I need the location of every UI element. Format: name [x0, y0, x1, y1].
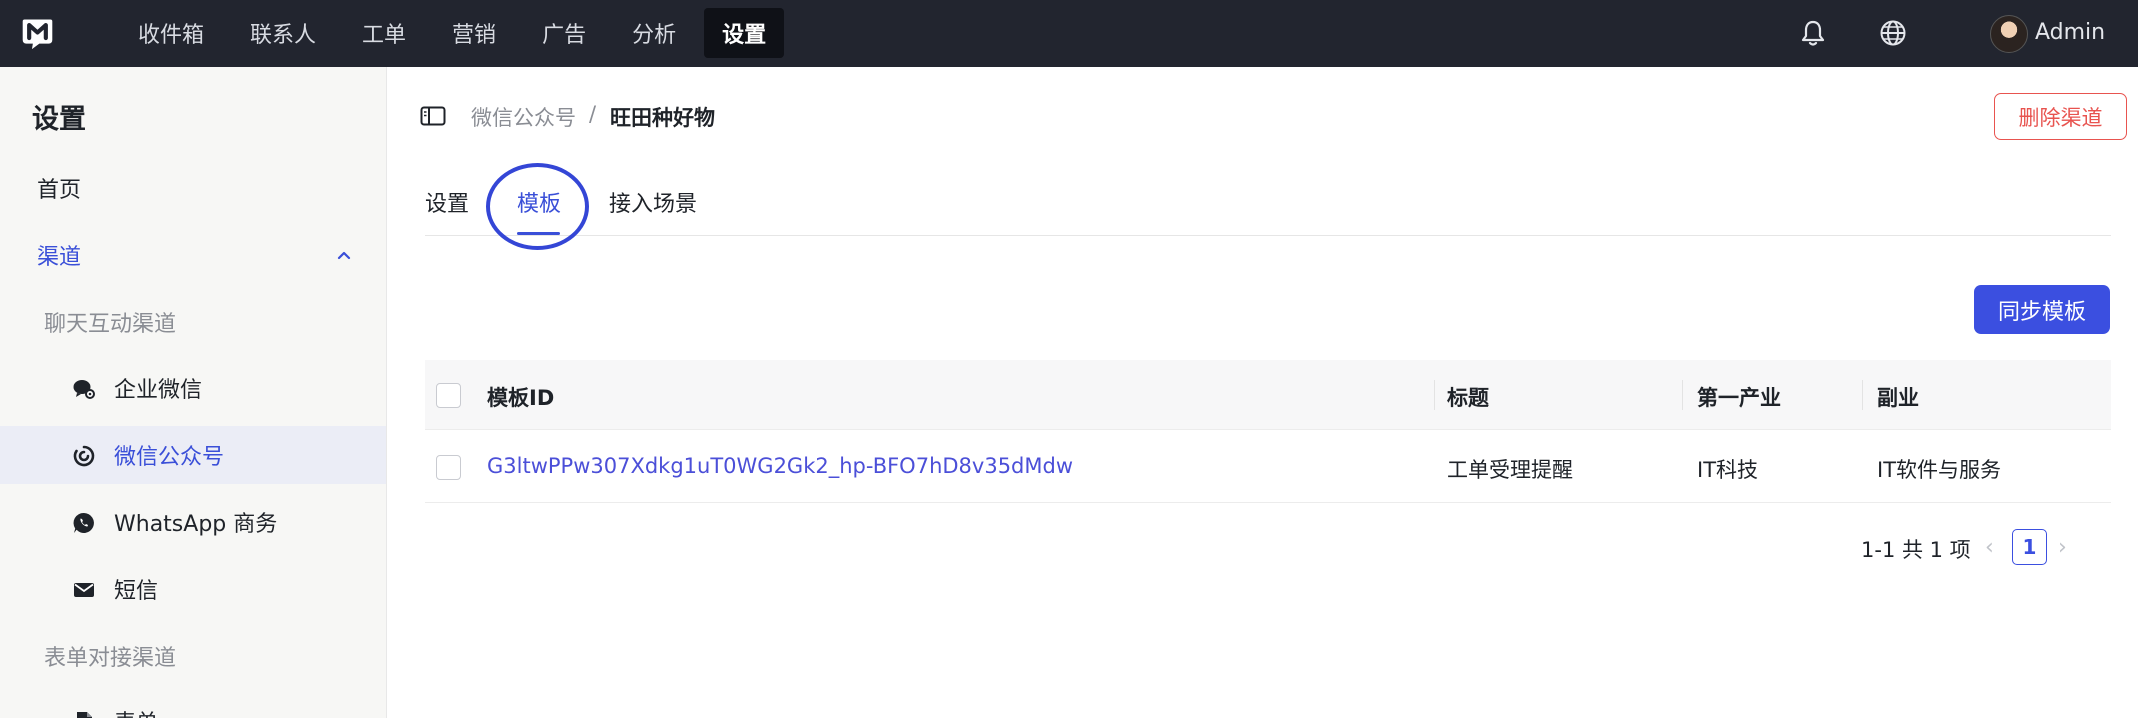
- template-industry-secondary: IT软件与服务: [1877, 458, 2002, 482]
- sidebar-item-channels[interactable]: 渠道: [0, 226, 386, 284]
- template-id-link[interactable]: G3ltwPPw307Xdkg1uT0WG2Gk2_hp-BFO7hD8v35d…: [487, 454, 1073, 478]
- column-divider: [1862, 380, 1863, 410]
- sync-templates-button[interactable]: 同步模板: [1974, 285, 2110, 334]
- breadcrumb-parent[interactable]: 微信公众号: [471, 102, 576, 132]
- whatsapp-icon: [73, 512, 94, 533]
- nav-settings[interactable]: 设置: [704, 8, 785, 58]
- pagination-prev-button[interactable]: ‹: [1985, 535, 1994, 560]
- table-header: 模板ID 标题 第一产业 副业: [425, 360, 2111, 430]
- template-industry-primary: IT科技: [1697, 458, 1759, 482]
- select-all-checkbox[interactable]: [436, 383, 461, 408]
- sidebar-item-form[interactable]: 表单: [0, 692, 386, 718]
- sidebar-item-label: 微信公众号: [114, 445, 225, 470]
- nav-inbox[interactable]: 收件箱: [120, 8, 222, 58]
- sidebar-group-chat-channels: 聊天互动渠道: [0, 293, 386, 351]
- column-header-industry-secondary: 副业: [1877, 386, 1919, 410]
- row-checkbox[interactable]: [436, 455, 461, 480]
- bell-icon[interactable]: [1796, 16, 1830, 50]
- nav-analytics[interactable]: 分析: [614, 8, 694, 58]
- nav-ads[interactable]: 广告: [524, 8, 604, 58]
- nav-contacts[interactable]: 联系人: [232, 8, 334, 58]
- mail-icon: [74, 583, 94, 597]
- pagination-summary: 1-1 共 1 项: [1861, 538, 1971, 562]
- sidebar-item-label: WhatsApp 商务: [114, 512, 278, 537]
- column-divider: [1682, 380, 1683, 410]
- sidebar-group-label: 表单对接渠道: [44, 646, 177, 671]
- column-divider: [1434, 380, 1435, 410]
- breadcrumb-separator: /: [589, 102, 597, 126]
- sidebar-item-label: 企业微信: [114, 378, 203, 403]
- sidebar-item-label: 首页: [37, 178, 82, 203]
- template-title: 工单受理提醒: [1447, 458, 1573, 482]
- sidebar-item-whatsapp[interactable]: WhatsApp 商务: [0, 493, 386, 551]
- column-header-industry-primary: 第一产业: [1697, 386, 1781, 410]
- wechat-official-icon: [73, 445, 95, 467]
- form-icon: [77, 712, 92, 718]
- user-name[interactable]: Admin: [2035, 20, 2105, 45]
- sidebar-item-wechat-official[interactable]: 微信公众号: [0, 426, 386, 484]
- sidebar-item-label: 渠道: [37, 245, 82, 270]
- tab-access-scenarios[interactable]: 接入场景: [609, 186, 697, 218]
- nav-marketing[interactable]: 营销: [434, 8, 514, 58]
- sidebar-item-home[interactable]: 首页: [0, 159, 386, 217]
- wecom-icon: [73, 380, 95, 399]
- column-header-title: 标题: [1447, 386, 1489, 410]
- highlight-circle: [486, 163, 589, 250]
- delete-channel-button[interactable]: 删除渠道: [1994, 93, 2127, 140]
- channel-tabs: 设置 模板 接入场景: [425, 172, 2111, 236]
- settings-sidebar: 设置 首页 渠道 聊天互动渠道 企业微信 微信公众号 WhatsApp 商务 短…: [0, 67, 387, 718]
- sidebar-title: 设置: [32, 104, 86, 135]
- tab-settings[interactable]: 设置: [425, 186, 469, 218]
- globe-icon[interactable]: [1876, 16, 1910, 50]
- sidebar-group-label: 聊天互动渠道: [44, 312, 177, 337]
- chevron-up-icon: [337, 251, 351, 260]
- column-header-template-id: 模板ID: [487, 386, 555, 410]
- sidebar-group-form-channels: 表单对接渠道: [0, 627, 386, 685]
- app-logo-icon[interactable]: [19, 14, 56, 51]
- table-row[interactable]: G3ltwPPw307Xdkg1uT0WG2Gk2_hp-BFO7hD8v35d…: [425, 432, 2111, 503]
- nav-tickets[interactable]: 工单: [344, 8, 424, 58]
- sidebar-toggle-icon[interactable]: [420, 106, 446, 126]
- breadcrumb-current: 旺田种好物: [610, 106, 715, 130]
- sidebar-item-label: 表单: [114, 705, 158, 718]
- pagination-page-button[interactable]: 1: [2012, 529, 2047, 565]
- sidebar-item-label: 短信: [114, 579, 159, 604]
- sidebar-item-sms[interactable]: 短信: [0, 560, 386, 618]
- pagination-next-button[interactable]: ›: [2058, 535, 2067, 560]
- top-navigation-bar: 收件箱 联系人 工单 营销 广告 分析 设置 Admin: [0, 0, 2138, 67]
- sidebar-item-wecom[interactable]: 企业微信: [0, 359, 386, 417]
- main-nav: 收件箱 联系人 工单 营销 广告 分析 设置: [120, 7, 794, 59]
- user-avatar[interactable]: [1990, 15, 2028, 53]
